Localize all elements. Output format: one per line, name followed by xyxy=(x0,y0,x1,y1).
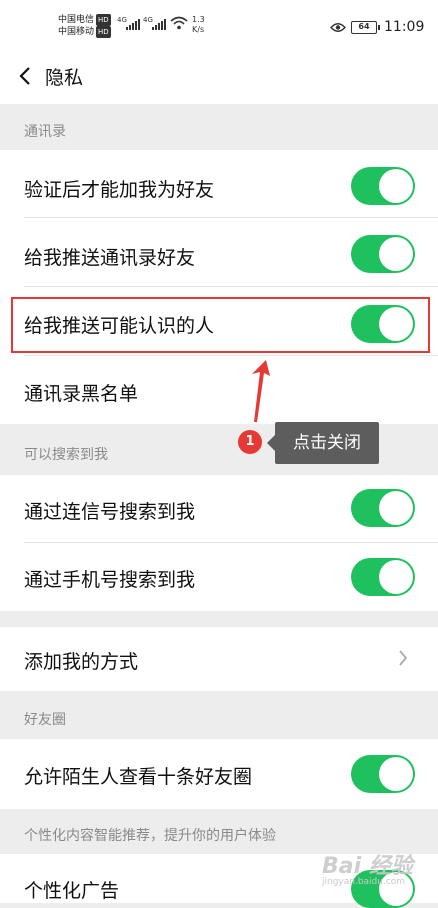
push-contacts-toggle[interactable] xyxy=(351,235,415,273)
highlight-box xyxy=(11,297,430,353)
section-personalize: 个性化内容智能推荐，提升你的用户体验 xyxy=(24,828,276,844)
hd-badge-2: HD xyxy=(96,26,111,38)
watermark-url: jingyan.baidu.com xyxy=(322,877,406,887)
stranger-moments-label: 允许陌生人查看十条好友圈 xyxy=(24,766,253,788)
contacts-group: 验证后才能加我为好友 给我推送通讯录好友 给我推送可能认识的人 通讯录黑名单 xyxy=(0,150,438,424)
page-title: 隐私 xyxy=(45,67,84,89)
search-by-phone-label: 通过手机号搜索到我 xyxy=(24,569,196,591)
status-clock: 11:09 xyxy=(384,19,425,35)
carrier-2: 中国移动 xyxy=(58,27,95,37)
chevron-right-icon xyxy=(399,650,408,666)
wifi-icon xyxy=(170,16,188,30)
divider xyxy=(24,355,438,356)
network-speed: 1.3 K/s xyxy=(192,15,205,35)
search-by-phone-toggle[interactable] xyxy=(351,558,415,596)
blacklist-label[interactable]: 通讯录黑名单 xyxy=(24,379,138,406)
nav-bar: 隐私 xyxy=(0,48,438,104)
divider xyxy=(24,286,438,287)
section-search: 可以搜索到我 xyxy=(24,447,108,463)
verify-friend-label: 验证后才能加我为好友 xyxy=(24,179,215,201)
search-by-id-label: 通过连信号搜索到我 xyxy=(24,501,196,523)
battery-icon: 64 xyxy=(351,21,380,34)
speed-value: 1.3 xyxy=(192,15,205,24)
battery-level: 64 xyxy=(358,22,370,31)
carrier-info: 中国电信 HD 中国移动 HD xyxy=(58,14,111,38)
divider xyxy=(24,542,438,543)
section-moments: 好友圈 xyxy=(24,712,66,728)
search-group: 通过连信号搜索到我 通过手机号搜索到我 xyxy=(0,475,438,611)
chevron-left-icon[interactable] xyxy=(18,66,32,86)
divider xyxy=(24,217,438,218)
eye-icon xyxy=(330,23,346,32)
stranger-moments-row: 允许陌生人查看十条好友圈 xyxy=(0,739,438,809)
status-bar: 中国电信 HD 中国移动 HD 4G 4G 1.3 K/s 64 11:09 xyxy=(0,0,438,48)
signal-icon xyxy=(126,19,140,30)
speed-unit: K/s xyxy=(192,25,205,34)
signal-icon-2 xyxy=(152,19,166,30)
add-methods-row[interactable]: 添加我的方式 xyxy=(0,627,438,691)
red-arrow-icon xyxy=(252,360,270,422)
hd-badge-1: HD xyxy=(96,14,111,26)
step-badge: 1 xyxy=(238,430,262,454)
carrier-1: 中国电信 xyxy=(58,15,95,25)
personal-ads-label: 个性化广告 xyxy=(24,880,120,902)
search-by-id-toggle[interactable] xyxy=(351,489,415,527)
add-methods-label: 添加我的方式 xyxy=(24,651,139,673)
tooltip: 点击关闭 xyxy=(267,422,379,464)
verify-friend-toggle[interactable] xyxy=(351,167,415,205)
stranger-moments-toggle[interactable] xyxy=(351,755,415,793)
watermark-logo: Bai 经验 xyxy=(322,854,413,879)
push-contacts-label: 给我推送通讯录好友 xyxy=(24,247,196,269)
section-contacts: 通讯录 xyxy=(24,124,66,140)
